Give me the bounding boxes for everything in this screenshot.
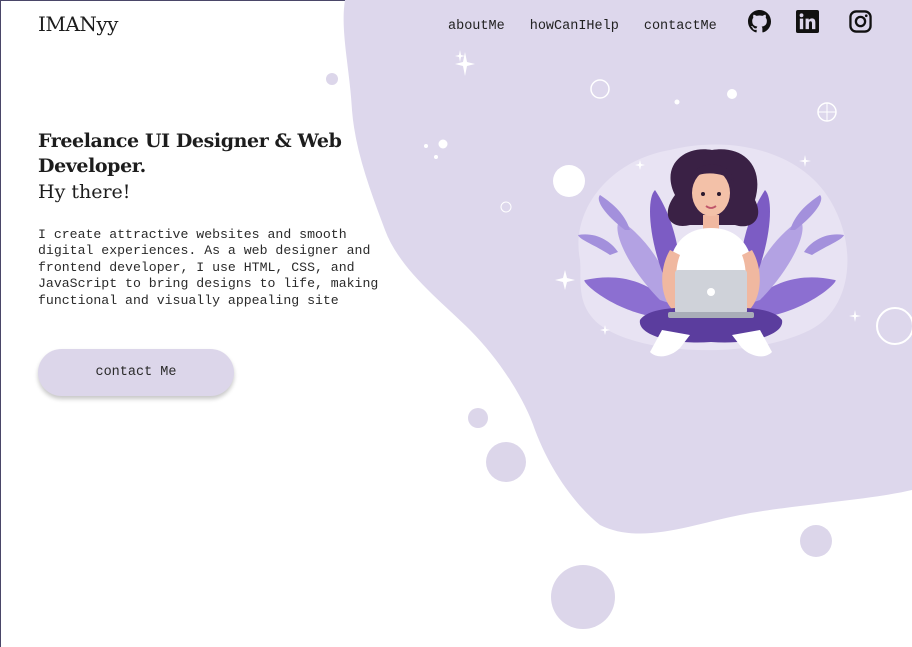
nav-link-contact-me[interactable]: contactMe [644,19,717,34]
bubble [486,442,526,482]
woman-with-laptop-illustration [555,144,861,357]
github-icon[interactable] [748,10,772,34]
hero-greeting: Hy there! [38,181,131,203]
linkedin-icon[interactable] [796,10,820,34]
instagram-icon[interactable] [849,10,873,34]
hero-description: I create attractive websites and smooth … [38,227,379,308]
contact-me-button[interactable]: contact Me [38,349,234,396]
nav-link-about-me[interactable]: aboutMe [448,19,505,34]
bubble [468,408,488,428]
bubble [551,565,615,629]
bubble [800,525,832,557]
bubble [326,73,338,85]
site-logo[interactable]: IMANyy [38,12,118,36]
nav-link-how-can-i-help[interactable]: howCanIHelp [530,19,619,34]
hero-title: Freelance UI Designer & Web Developer. [38,130,342,177]
main-nav: aboutMe howCanIHelp contactMe [448,19,742,34]
